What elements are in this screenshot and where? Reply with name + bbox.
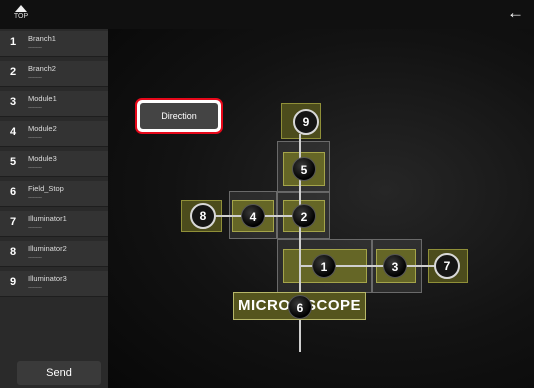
sidebar-item-illuminator1[interactable]: 7 Illuminator1 ---------: [0, 211, 108, 237]
microscope-label-left: MICRO: [238, 297, 291, 314]
top-label: TOP: [13, 13, 29, 20]
sidebar-item-number: 7: [10, 216, 17, 228]
sidebar-item-label: Branch2: [28, 64, 56, 73]
sidebar-item-number: 6: [10, 186, 17, 198]
sidebar-item-module3[interactable]: 5 Module3 ---------: [0, 151, 108, 177]
sidebar-item-value: ---------: [28, 195, 42, 201]
sidebar-item-label: Illuminator1: [28, 214, 67, 223]
sidebar-item-branch2[interactable]: 2 Branch2 ---------: [0, 61, 108, 87]
up-arrow-icon: [15, 5, 27, 12]
sidebar-item-value: ---------: [28, 285, 42, 291]
sidebar-item-label: Illuminator3: [28, 274, 67, 283]
app-window: TOP ← 1 Branch1 --------- 2 Branch2 ----…: [0, 0, 534, 388]
sidebar-item-value: ---------: [28, 75, 42, 81]
sidebar-item-value: ---------: [28, 165, 42, 171]
sidebar-item-illuminator2[interactable]: 8 Illuminator2 ---------: [0, 241, 108, 267]
sidebar-item-field-stop[interactable]: 6 Field_Stop ---------: [0, 181, 108, 207]
sidebar-item-value: ---------: [28, 255, 42, 261]
direction-button[interactable]: Direction: [140, 103, 218, 129]
sidebar-item-label: Module3: [28, 154, 57, 163]
sidebar-item-label: Module2: [28, 124, 57, 133]
node-8-illuminator2[interactable]: 8: [190, 203, 216, 229]
sidebar-item-illuminator3[interactable]: 9 Illuminator3 ---------: [0, 271, 108, 297]
sidebar-item-number: 5: [10, 156, 17, 168]
send-button[interactable]: Send: [17, 361, 101, 385]
sidebar-item-module1[interactable]: 3 Module1 ---------: [0, 91, 108, 117]
microscope-label-right: SCOPE: [305, 297, 361, 314]
node-7-illuminator1[interactable]: 7: [434, 253, 460, 279]
sidebar-item-number: 1: [10, 36, 17, 48]
sidebar-item-label: Module1: [28, 94, 57, 103]
node-4-module2[interactable]: 4: [241, 204, 265, 228]
sidebar-item-number: 9: [10, 276, 17, 288]
sidebar-item-label: Branch1: [28, 34, 56, 43]
top-button[interactable]: TOP: [10, 3, 32, 27]
sidebar-item-value: ---------: [28, 135, 42, 141]
sidebar: 1 Branch1 --------- 2 Branch2 --------- …: [0, 29, 108, 388]
sidebar-item-number: 2: [10, 66, 17, 78]
sidebar-item-value: ---------: [28, 45, 42, 51]
sidebar-item-label: Illuminator2: [28, 244, 67, 253]
node-6-field-stop[interactable]: 6: [288, 295, 312, 319]
node-1-branch1[interactable]: 1: [312, 254, 336, 278]
sidebar-item-module2[interactable]: 4 Module2 ---------: [0, 121, 108, 147]
node-2-branch2[interactable]: 2: [292, 204, 316, 228]
sidebar-item-label: Field_Stop: [28, 184, 64, 193]
node-5-module3[interactable]: 5: [292, 157, 316, 181]
sidebar-item-branch1[interactable]: 1 Branch1 ---------: [0, 31, 108, 57]
sidebar-item-value: ---------: [28, 225, 42, 231]
top-bar: TOP ←: [0, 0, 534, 29]
back-arrow-icon[interactable]: ←: [507, 4, 524, 22]
sidebar-item-number: 8: [10, 246, 17, 258]
node-3-module1[interactable]: 3: [383, 254, 407, 278]
node-9-illuminator3[interactable]: 9: [293, 109, 319, 135]
sidebar-item-number: 3: [10, 96, 17, 108]
direction-button-frame: Direction: [135, 98, 223, 134]
sidebar-item-number: 4: [10, 126, 17, 138]
sidebar-item-value: ---------: [28, 105, 42, 111]
